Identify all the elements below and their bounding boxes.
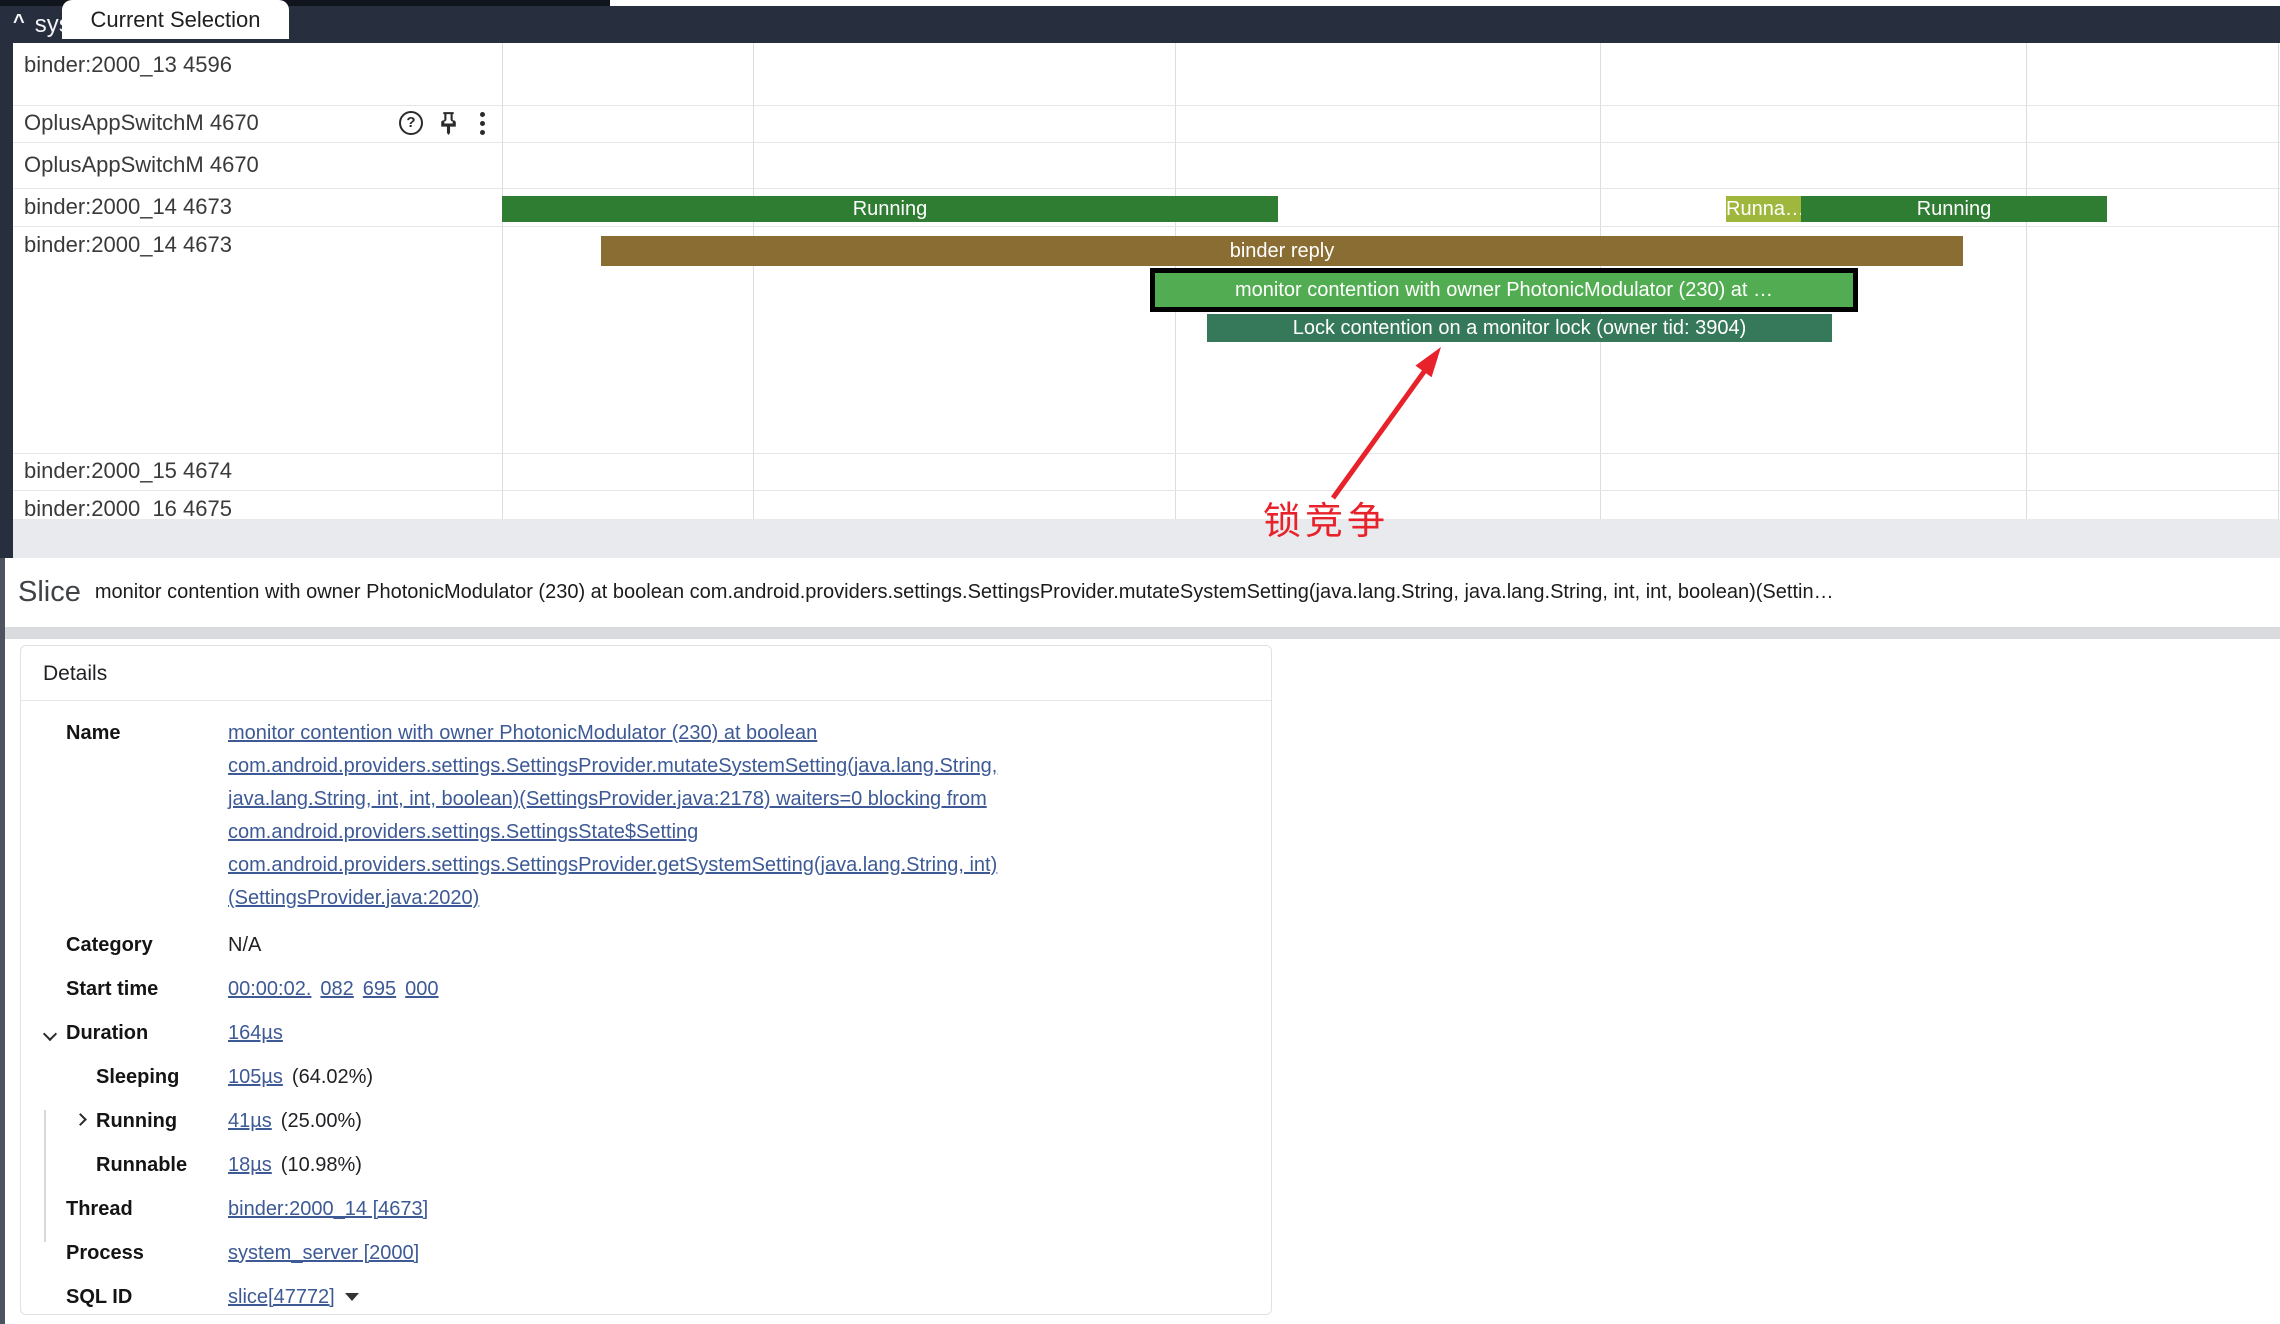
detail-label: Category (66, 934, 228, 957)
start-time-link[interactable]: 000 (405, 978, 438, 1001)
detail-label: Process (66, 1242, 228, 1265)
pin-icon[interactable] (436, 110, 461, 135)
detail-row-process: Process system_server [2000] (21, 1231, 1271, 1275)
name-line[interactable]: com.android.providers.settings.SettingsP… (228, 849, 997, 882)
annotation-arrow (0, 0, 2280, 560)
detail-label: Sleeping (96, 1066, 228, 1089)
slice-description: monitor contention with owner PhotonicMo… (95, 581, 2280, 604)
detail-label: Duration (66, 1022, 228, 1045)
indent-guide (44, 1110, 46, 1242)
panel-divider (0, 627, 2280, 639)
track-label-binder-2000-15[interactable]: binder:2000_15 4674 (24, 458, 232, 484)
sleeping-percent: (64.02%) (292, 1066, 373, 1089)
process-link[interactable]: system_server [2000] (228, 1242, 419, 1265)
detail-row-thread: Thread binder:2000_14 [4673] (21, 1187, 1271, 1231)
collapse-icon[interactable]: ^ (13, 11, 25, 34)
row-divider (13, 490, 2280, 491)
row-divider (13, 105, 2280, 106)
name-line[interactable]: monitor contention with owner PhotonicMo… (228, 717, 997, 750)
name-line[interactable]: com.android.providers.settings.SettingsP… (228, 750, 997, 783)
name-line[interactable]: (SettingsProvider.java:2020) (228, 882, 997, 915)
runnable-link[interactable]: 18µs (228, 1154, 272, 1177)
grid-line (2278, 43, 2279, 519)
details-card: Details Name monitor contention with own… (20, 645, 1272, 1315)
slice-kind-label: Slice (18, 576, 81, 609)
track-label-oplusappswitchm-1[interactable]: OplusAppSwitchM 4670 (24, 110, 259, 136)
runnable-percent: (10.98%) (281, 1154, 362, 1177)
grid-line (753, 43, 754, 519)
tab-current-selection[interactable]: Current Selection (62, 0, 289, 39)
name-line[interactable]: com.android.providers.settings.SettingsS… (228, 816, 997, 849)
row-divider (13, 226, 2280, 227)
track-label-oplusappswitchm-2[interactable]: OplusAppSwitchM 4670 (24, 152, 259, 178)
chevron-right-icon[interactable] (74, 1113, 87, 1126)
track-label-binder-2000-14-slices[interactable]: binder:2000_14 4673 (24, 232, 232, 258)
slice-summary-bar: Slice monitor contention with owner Phot… (0, 558, 2280, 627)
help-icon[interactable]: ? (399, 111, 423, 135)
duration-link[interactable]: 164µs (228, 1022, 283, 1045)
detail-row-sql-id: SQL ID slice[47772] (21, 1275, 1271, 1319)
grid-line (502, 43, 503, 519)
detail-label: Start time (66, 978, 228, 1001)
dropdown-caret-icon[interactable] (345, 1293, 359, 1301)
detail-label: Runnable (96, 1154, 228, 1177)
category-value: N/A (228, 934, 261, 957)
detail-row-category: Category N/A (21, 923, 1271, 967)
slice-running-right[interactable]: Running (1801, 196, 2107, 222)
row-divider (13, 142, 2280, 143)
thread-link[interactable]: binder:2000_14 [4673] (228, 1198, 428, 1221)
process-left-rail (0, 43, 13, 519)
slice-runnable[interactable]: Runna… (1726, 196, 1801, 222)
chevron-down-icon[interactable] (43, 1027, 57, 1041)
slice-binder-reply[interactable]: binder reply (601, 236, 1963, 266)
track-label-binder-2000-13[interactable]: binder:2000_13 4596 (24, 52, 232, 78)
name-line[interactable]: java.lang.String, int, int, boolean)(Set… (228, 783, 997, 816)
annotation-label: 锁竞争 (1263, 490, 1389, 545)
running-percent: (25.00%) (281, 1110, 362, 1133)
sql-id-link[interactable]: slice[47772] (228, 1286, 335, 1309)
slice-monitor-contention-selected[interactable]: monitor contention with owner PhotonicMo… (1150, 268, 1858, 312)
detail-row-sleeping: Sleeping 105µs (64.02%) (21, 1055, 1271, 1099)
detail-label: SQL ID (66, 1286, 228, 1309)
panel-scrollbar[interactable] (0, 558, 5, 1324)
name-link[interactable]: monitor contention with owner PhotonicMo… (228, 717, 997, 915)
perfetto-trace-viewer: ^ system_server 2000 binder:2000_13 4596… (0, 0, 2280, 1324)
detail-row-running: Running 41µs (25.00%) (21, 1099, 1271, 1143)
slice-running-left[interactable]: Running (502, 196, 1278, 222)
row-divider (13, 188, 2280, 189)
grid-line (2026, 43, 2027, 519)
tab-bar-rail (0, 519, 13, 558)
row-divider (13, 453, 2280, 454)
start-time-link[interactable]: 695 (363, 978, 396, 1001)
detail-row-runnable: Runnable 18µs (10.98%) (21, 1143, 1271, 1187)
start-time-link[interactable]: 082 (320, 978, 353, 1001)
detail-label: Running (96, 1110, 228, 1133)
track-label-binder-2000-14-sched[interactable]: binder:2000_14 4673 (24, 194, 232, 220)
bottom-panel-tab-bar (0, 519, 2280, 558)
more-vert-icon[interactable] (479, 112, 485, 135)
process-group-header[interactable]: ^ system_server 2000 (0, 6, 2280, 43)
start-time-link[interactable]: 00:00:02. (228, 978, 311, 1001)
details-title: Details (21, 646, 1271, 701)
detail-row-start-time: Start time 00:00:02. 082 695 000 (21, 967, 1271, 1011)
sleeping-link[interactable]: 105µs (228, 1066, 283, 1089)
running-link[interactable]: 41µs (228, 1110, 272, 1133)
detail-row-name: Name monitor contention with owner Photo… (21, 717, 1271, 915)
detail-label: Name (66, 717, 228, 745)
detail-row-duration: Duration 164µs (21, 1011, 1271, 1055)
detail-label: Thread (66, 1198, 228, 1221)
slice-lock-contention[interactable]: Lock contention on a monitor lock (owner… (1207, 314, 1832, 342)
